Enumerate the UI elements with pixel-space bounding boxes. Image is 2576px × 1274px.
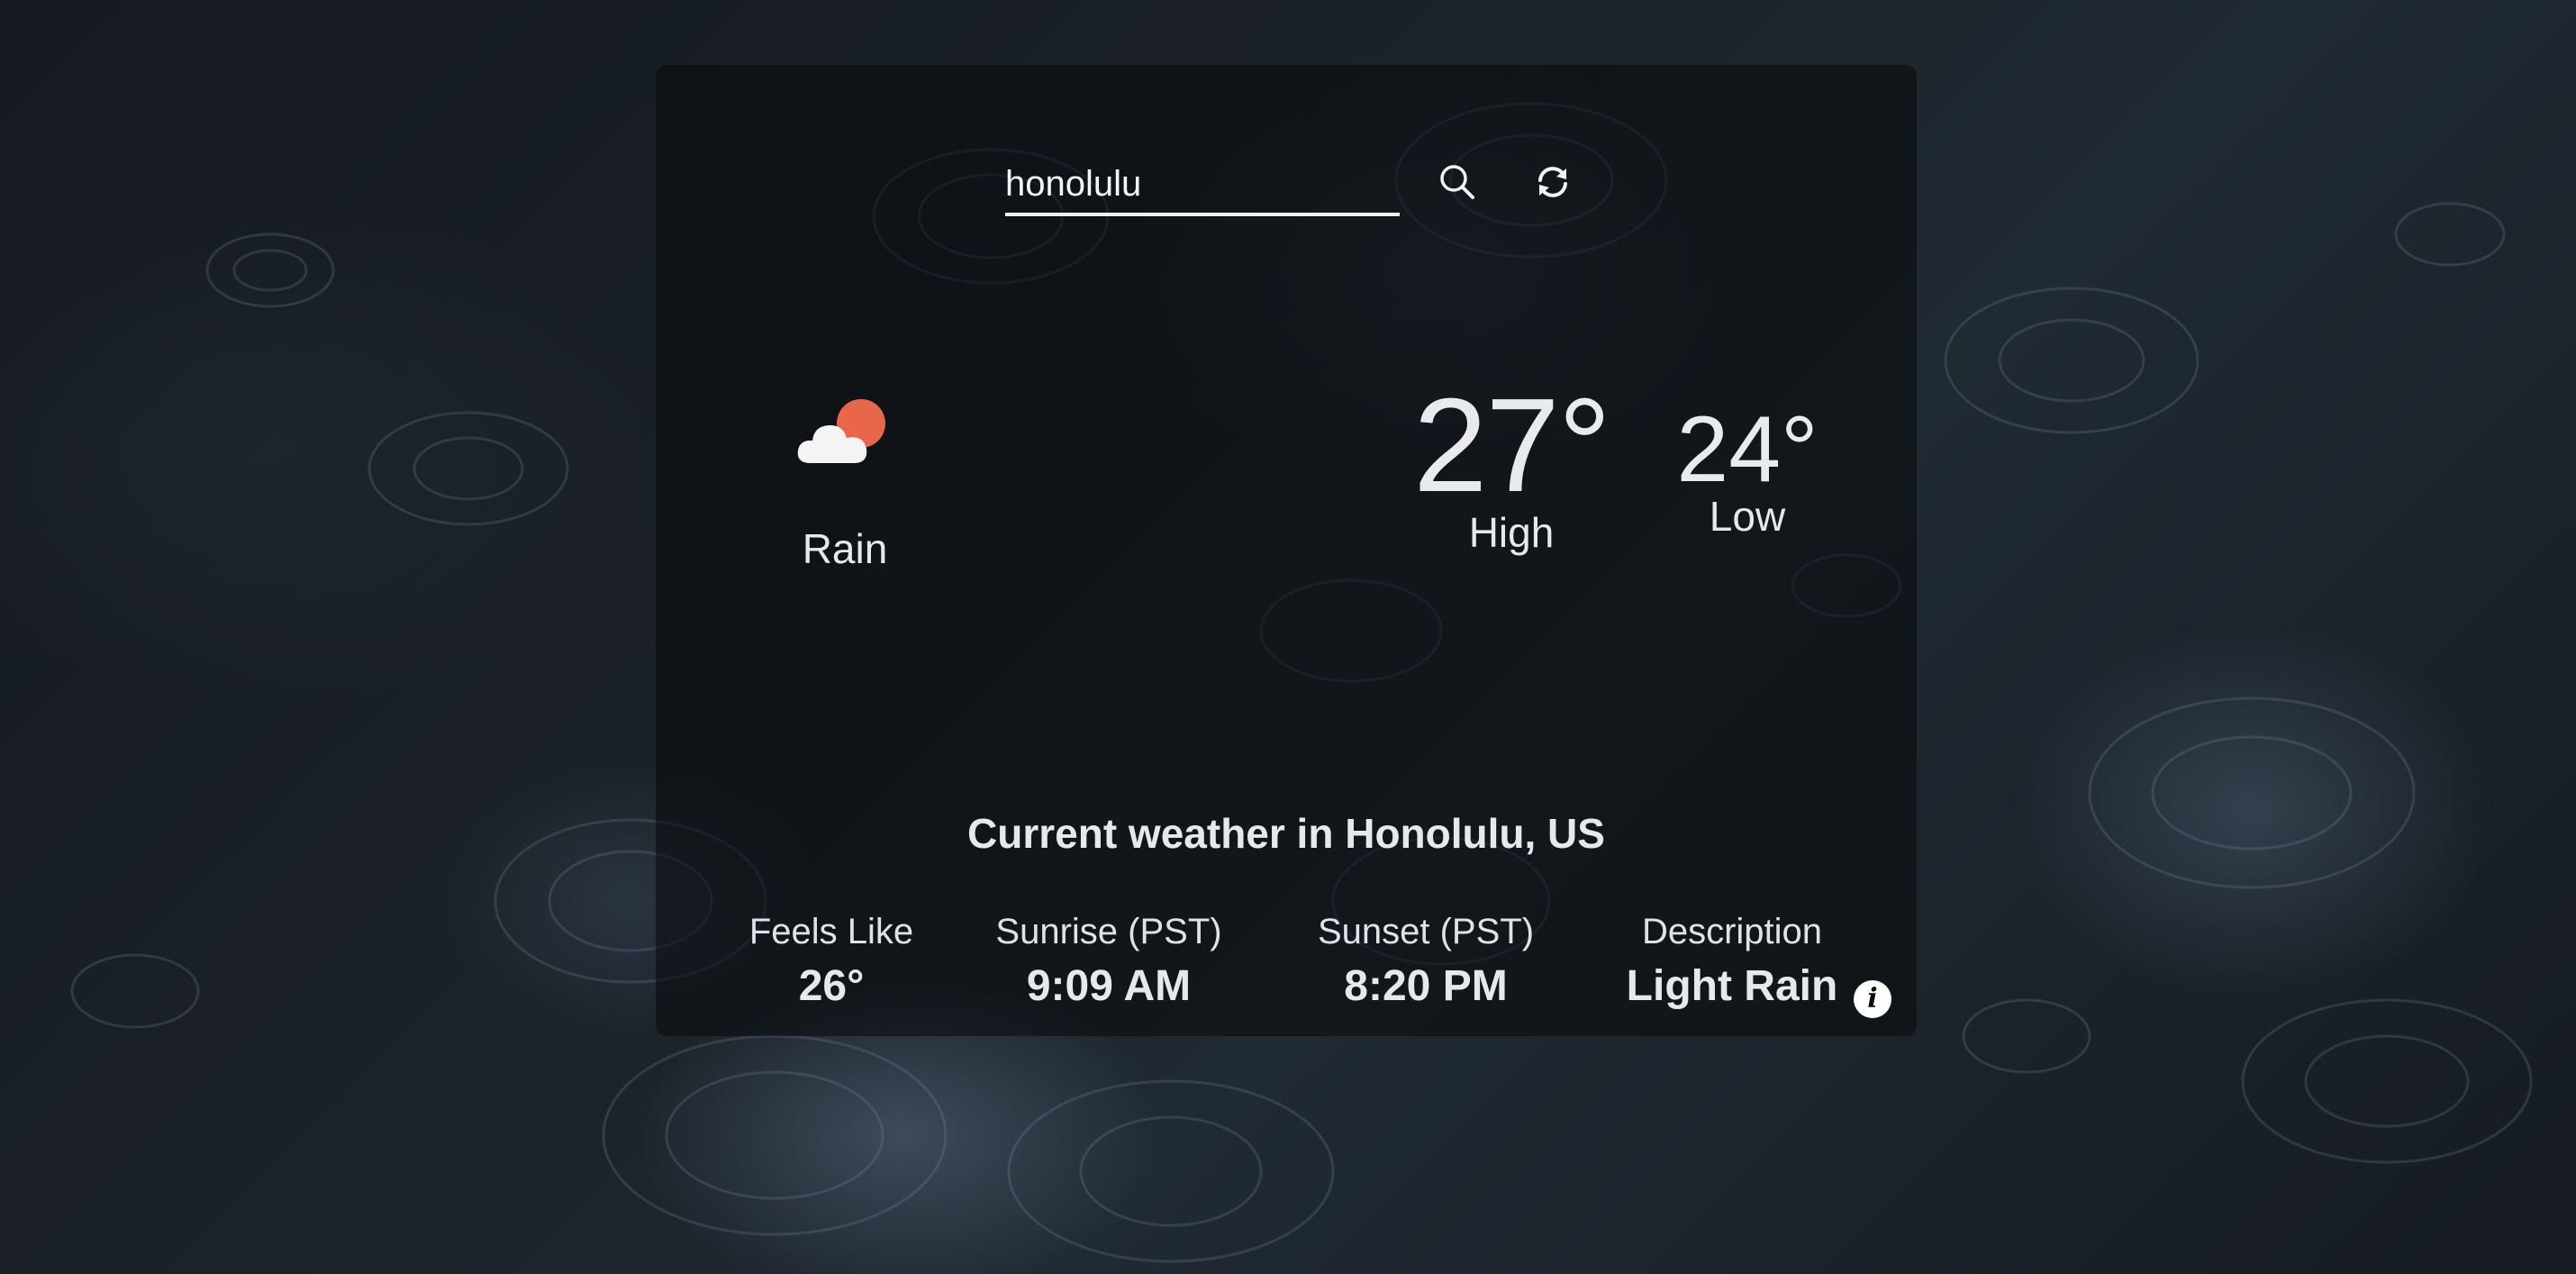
low-temp-value: 24° [1676,397,1819,502]
weather-card: Rain 27° High 24° Low Current weather in… [656,65,1917,1036]
stat-value: 8:20 PM [1344,962,1508,1010]
refresh-button[interactable] [1528,157,1578,207]
current-condition: Rain [764,389,926,573]
stat-sunrise: Sunrise (PST) 9:09 AM [974,912,1244,1011]
condition-label: Rain [802,525,888,572]
stat-label: Description [1641,912,1823,951]
search-button[interactable] [1432,157,1483,207]
high-temp-value: 27° [1413,371,1611,520]
search-icon [1440,165,1474,199]
stat-label: Sunrise (PST) [995,912,1222,951]
stat-description: Description Light Rain [1597,912,1867,1011]
stat-label: Feels Like [748,912,914,951]
high-temperature: 27° High [1403,378,1619,557]
stat-label: Sunset (PST) [1317,912,1535,951]
stat-value: 9:09 AM [1026,962,1192,1010]
refresh-icon [1538,167,1567,197]
info-icon[interactable]: i [1854,980,1891,1018]
stat-sunset: Sunset (PST) 8:20 PM [1291,912,1561,1011]
city-search-input[interactable] [1005,155,1400,216]
weather-stats: Feels Like 26° Sunrise (PST) 9:09 AM Sun… [656,912,1917,1020]
low-temperature: 24° Low [1657,400,1837,541]
location-heading: Current weather in Honolulu, US [967,810,1605,857]
partly-cloudy-icon [797,399,885,463]
stat-value: 26° [798,962,865,1010]
stat-feels-like: Feels Like 26° [696,912,966,1011]
search-bar [1005,155,1567,245]
stat-value: Light Rain [1626,962,1838,1010]
